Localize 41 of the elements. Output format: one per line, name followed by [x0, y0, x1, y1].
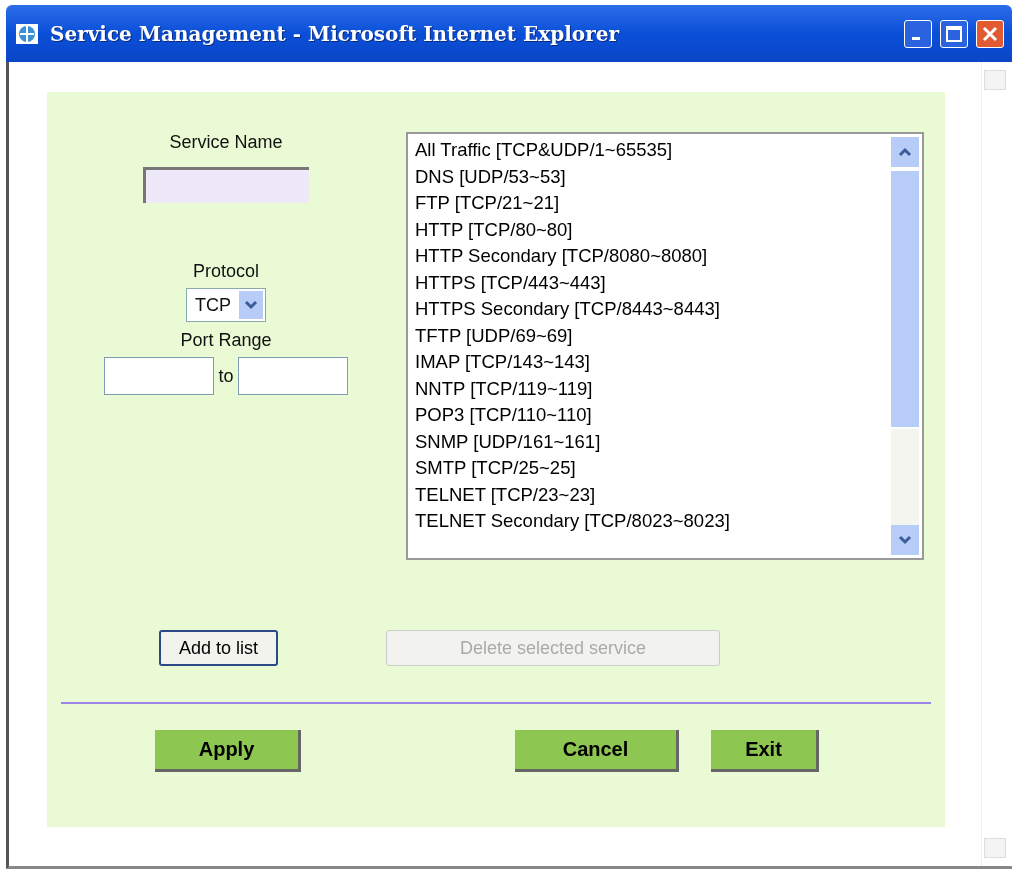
- exit-button[interactable]: Exit: [711, 730, 819, 772]
- service-list[interactable]: [406, 132, 924, 560]
- service-item[interactable]: POP3 [TCP/110~110]: [411, 402, 891, 429]
- window-title: Service Management - Microsoft Internet Explorer: [50, 21, 621, 46]
- service-item[interactable]: All Traffic [TCP&UDP/1~65535]: [411, 137, 891, 164]
- service-name-label: Service Name: [169, 132, 283, 153]
- protocol-label: Protocol: [192, 261, 259, 282]
- service-name-field[interactable]: [143, 167, 309, 203]
- cancel-button[interactable]: Cancel: [515, 730, 679, 772]
- minimize-button[interactable]: [904, 19, 932, 48]
- service-item[interactable]: NNTP [TCP/119~119]: [411, 375, 891, 402]
- service-item[interactable]: FTP [TCP/21~21]: [411, 190, 891, 217]
- maximize-icon: [946, 25, 962, 42]
- scroll-thumb[interactable]: [891, 169, 919, 427]
- apply-button[interactable]: Apply: [155, 730, 301, 772]
- service-item[interactable]: HTTP [TCP/80~80]: [411, 216, 891, 243]
- service-item[interactable]: IMAP [TCP/143~143]: [411, 349, 891, 376]
- add-to-list-button[interactable]: Add to list: [159, 630, 279, 666]
- service-item[interactable]: TELNET Secondary [TCP/8023~8023]: [411, 508, 891, 535]
- scroll-down-button[interactable]: [891, 525, 919, 555]
- chevron-up-icon: [898, 147, 912, 157]
- to-label: to: [218, 365, 234, 387]
- port-range-label: Port Range: [180, 330, 272, 351]
- service-item[interactable]: TFTP [UDP/69~69]: [411, 322, 891, 349]
- chevron-down-icon: [898, 535, 912, 545]
- chevron-down-icon: [244, 300, 258, 310]
- service-item[interactable]: SMTP [TCP/25~25]: [411, 455, 891, 482]
- service-item[interactable]: HTTPS [TCP/443~443]: [411, 269, 891, 296]
- scroll-up-button[interactable]: [891, 137, 919, 167]
- service-item[interactable]: HTTPS Secondary [TCP/8443~8443]: [411, 296, 891, 323]
- close-icon: [982, 25, 998, 42]
- service-item[interactable]: DNS [UDP/53~53]: [411, 163, 891, 190]
- protocol-dropdown[interactable]: TCP: [186, 288, 266, 322]
- service-item[interactable]: HTTP Secondary [TCP/8080~8080]: [411, 243, 891, 270]
- service-item[interactable]: TELNET [TCP/23~23]: [411, 481, 891, 508]
- maximize-button[interactable]: [940, 19, 968, 48]
- close-button[interactable]: [976, 19, 1004, 48]
- port-start-field[interactable]: [104, 357, 215, 395]
- port-end-field[interactable]: [237, 357, 348, 395]
- service-item[interactable]: SNMP [UDP/161~161]: [411, 428, 891, 455]
- minimize-icon: [912, 37, 920, 40]
